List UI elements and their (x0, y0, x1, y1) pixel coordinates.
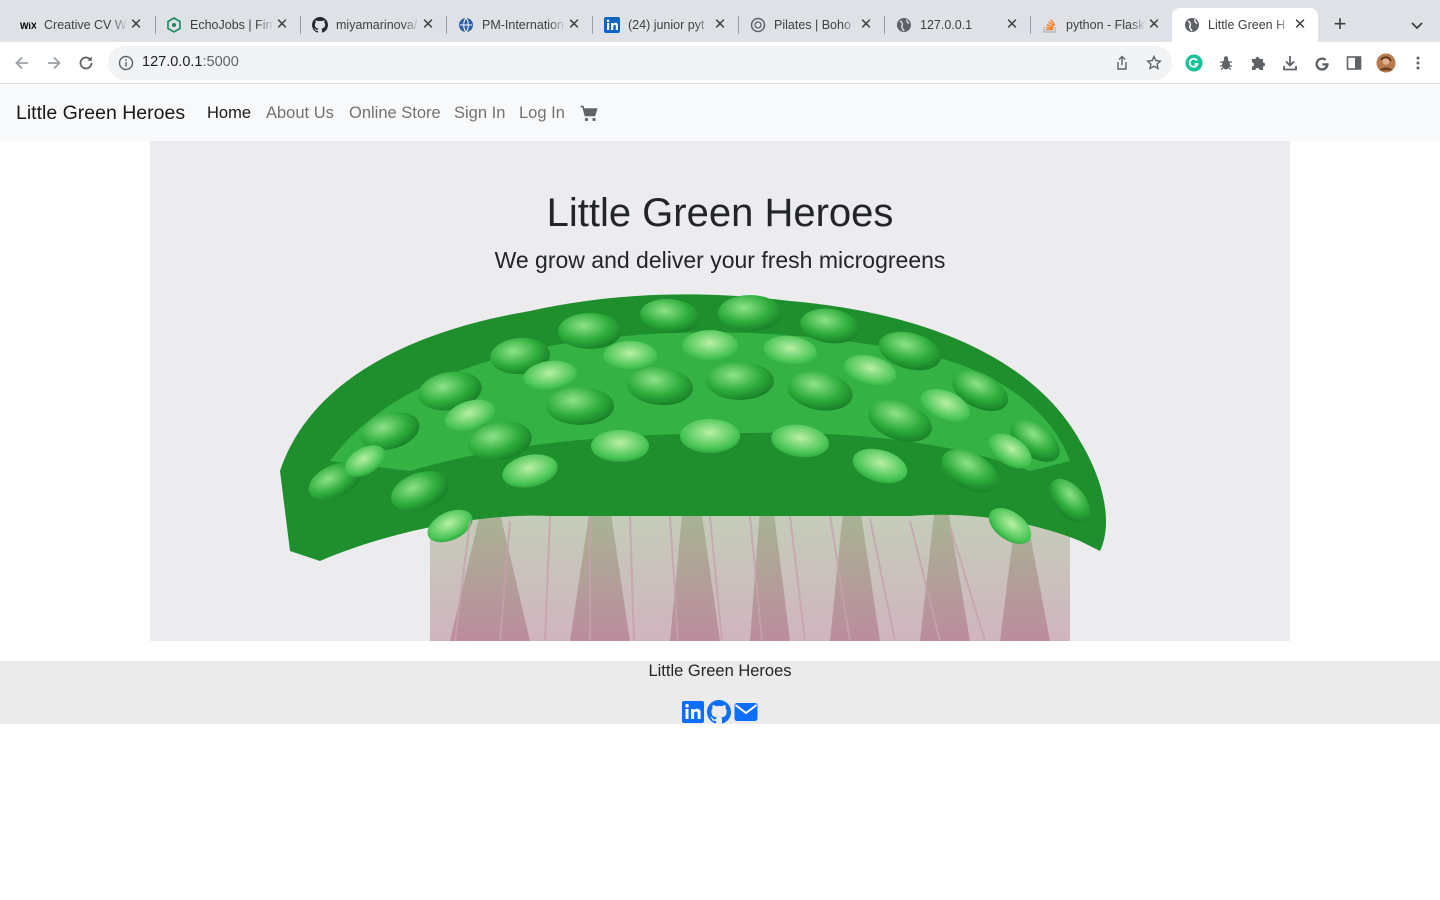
back-button[interactable] (10, 51, 34, 75)
close-icon[interactable]: ✕ (1004, 17, 1020, 33)
info-icon[interactable] (118, 55, 134, 71)
address-bar[interactable]: 127.0.0.1:5000 (108, 46, 1172, 80)
nav-sign-in[interactable]: Sign In (454, 104, 505, 123)
stackoverflow-icon (1042, 17, 1058, 33)
tab-title: Creative CV W (44, 18, 127, 32)
tab-title: miyamarinova/ (336, 18, 418, 32)
tab-title: Little Green H (1208, 18, 1286, 32)
grammarly-icon[interactable] (1184, 53, 1204, 73)
url-port: :5000 (202, 54, 239, 70)
avatar[interactable] (1376, 53, 1396, 73)
github-icon[interactable] (707, 700, 731, 724)
close-icon[interactable]: ✕ (420, 17, 436, 33)
download-icon[interactable] (1280, 53, 1300, 73)
browser-tab[interactable]: Pilates | Boho ✕ (738, 8, 884, 42)
browser-tab[interactable]: miyamarinova/ ✕ (300, 8, 446, 42)
nav-log-in[interactable]: Log In (519, 104, 565, 123)
tab-title: (24) junior pyt (628, 18, 705, 32)
footer-title: Little Green Heroes (648, 662, 792, 680)
chevron-down-icon (1411, 22, 1423, 30)
globe-icon (1184, 17, 1200, 33)
star-icon[interactable] (1146, 55, 1162, 71)
close-icon[interactable]: ✕ (1146, 17, 1162, 33)
wix-icon: WiX (20, 17, 36, 33)
browser-tab[interactable]: PM-Internation ✕ (446, 8, 592, 42)
browser-tab-strip: WiX Creative CV W ✕ EchoJobs | Fin ✕ miy… (0, 0, 1440, 42)
site-footer: Little Green Heroes (0, 661, 1440, 724)
close-icon[interactable]: ✕ (712, 17, 728, 33)
url-host: 127.0.0.1 (142, 54, 203, 70)
hero-title: Little Green Heroes (546, 191, 894, 235)
browser-toolbar: 127.0.0.1:5000 (0, 42, 1440, 84)
nav-online-store[interactable]: Online Store (349, 104, 441, 123)
tab-search-button[interactable] (1406, 14, 1428, 36)
svg-text:WiX: WiX (20, 21, 36, 30)
extensions-puzzle-icon[interactable] (1248, 53, 1268, 73)
hero-section: Little Green Heroes We grow and deliver … (150, 141, 1290, 641)
side-panel-icon[interactable] (1344, 53, 1364, 73)
close-icon[interactable]: ✕ (858, 17, 874, 33)
tab-title: EchoJobs | Fin (190, 18, 273, 32)
linkedin-icon (604, 17, 620, 33)
browser-tab[interactable]: python - Flask ✕ (1030, 8, 1172, 42)
tab-title: python - Flask (1066, 18, 1145, 32)
browser-tab[interactable]: WiX Creative CV W ✕ (8, 8, 154, 42)
close-icon[interactable]: ✕ (128, 17, 144, 33)
arrow-left-icon (15, 56, 28, 70)
cart-icon[interactable] (580, 105, 598, 123)
browser-tab[interactable]: (24) junior pyt ✕ (592, 8, 738, 42)
arrow-right-icon (48, 56, 61, 70)
site-navbar: Little Green Heroes Home About Us Online… (0, 85, 1440, 141)
tab-title: Pilates | Boho (774, 18, 851, 32)
browser-tab[interactable]: EchoJobs | Fin ✕ (154, 8, 300, 42)
circle-logo-icon (750, 17, 766, 33)
hero-subtitle: We grow and deliver your fresh microgree… (494, 247, 946, 273)
new-tab-button[interactable]: + (1328, 12, 1352, 36)
reload-icon (79, 56, 93, 70)
brand-link[interactable]: Little Green Heroes (16, 102, 185, 125)
globe-icon (896, 17, 912, 33)
forward-button[interactable] (42, 51, 66, 75)
linkedin-icon[interactable] (681, 700, 705, 724)
google-icon[interactable] (1312, 53, 1332, 73)
close-icon[interactable]: ✕ (566, 17, 582, 33)
globe-logo-icon (458, 17, 474, 33)
close-icon[interactable]: ✕ (1292, 17, 1308, 33)
browser-tab-active[interactable]: Little Green H ✕ (1172, 8, 1318, 42)
tab-title: 127.0.0.1 (920, 18, 973, 32)
github-icon (312, 17, 328, 33)
kebab-menu-icon[interactable] (1408, 53, 1428, 73)
share-icon[interactable] (1114, 55, 1130, 71)
envelope-icon[interactable] (734, 700, 758, 724)
browser-tab[interactable]: 127.0.0.1 ✕ (884, 8, 1030, 42)
reload-button[interactable] (74, 51, 98, 75)
tab-title: PM-Internation (482, 18, 564, 32)
url-text[interactable]: 127.0.0.1:5000 (142, 54, 239, 70)
bug-icon[interactable] (1216, 53, 1236, 73)
nav-about-us[interactable]: About Us (266, 104, 334, 123)
echojobs-icon (166, 17, 182, 33)
close-icon[interactable]: ✕ (274, 17, 290, 33)
nav-home[interactable]: Home (207, 104, 251, 123)
